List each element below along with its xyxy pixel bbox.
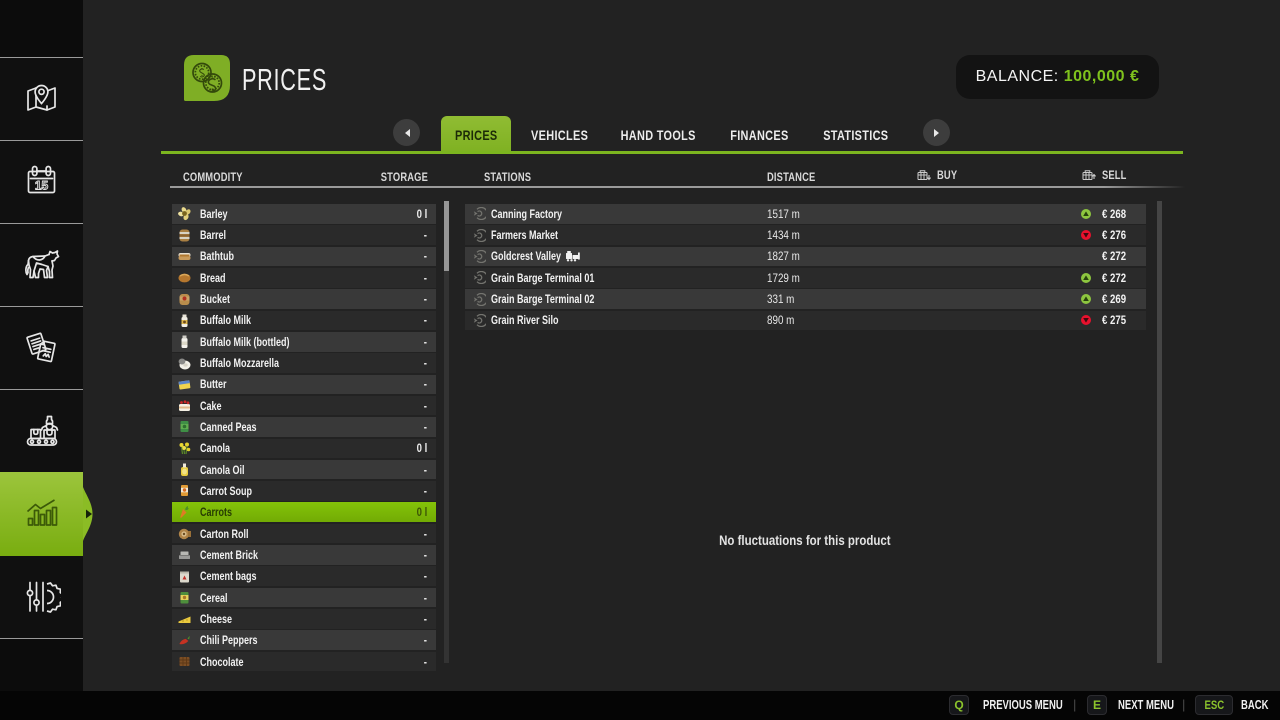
svg-text:15: 15 [35, 179, 49, 193]
